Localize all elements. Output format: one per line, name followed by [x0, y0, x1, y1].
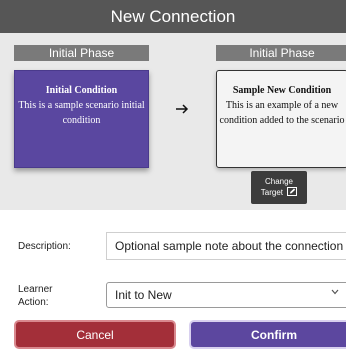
target-condition-card: Sample New Condition This is an example … [216, 70, 346, 168]
target-phase-label: Initial Phase [216, 45, 346, 61]
description-field[interactable]: Optional sample note about the connectio… [106, 232, 346, 260]
cancel-button[interactable]: Cancel [14, 320, 176, 349]
confirm-button[interactable]: Confirm [189, 320, 346, 349]
learner-action-select[interactable]: Init to New [106, 282, 346, 308]
source-condition-title: Initial Condition [45, 85, 118, 96]
source-condition-card: Initial Condition This is a sample scena… [14, 70, 149, 168]
dialog-title: New Connection [0, 0, 346, 33]
chevron-down-icon [331, 288, 339, 297]
target-condition-text: This is an example of a new condition ad… [219, 100, 345, 126]
change-target-line2: Target [260, 188, 283, 197]
arrow-right-icon [172, 99, 192, 119]
target-condition-title: Sample New Condition [232, 85, 332, 96]
change-target-button[interactable]: Change Target [251, 171, 307, 204]
learner-action-label: Learner Action: [18, 284, 53, 308]
learner-action-value: Init to New [115, 288, 172, 302]
source-phase-label: Initial Phase [14, 45, 149, 61]
source-condition-text: This is a sample scenario initial condit… [18, 100, 145, 126]
edit-icon [287, 187, 298, 196]
description-label: Description: [18, 241, 71, 252]
change-target-line1: Change [264, 177, 294, 186]
new-connection-dialog: New Connection Initial Phase Initial Pha… [0, 0, 346, 351]
